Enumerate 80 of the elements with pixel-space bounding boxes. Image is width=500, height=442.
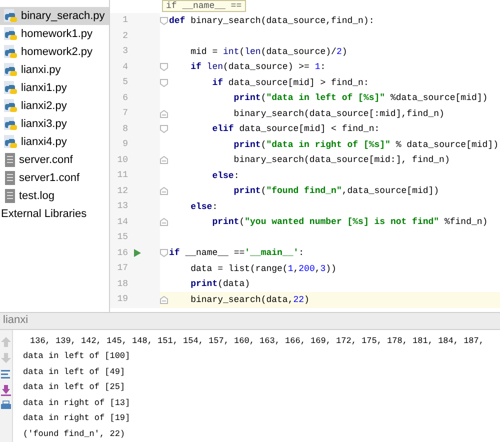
line-number: 7 — [122, 107, 128, 120]
line-number: 3 — [122, 45, 128, 58]
fold-end-icon[interactable] — [160, 187, 168, 196]
line-number: 8 — [122, 122, 128, 136]
fold-end-icon[interactable] — [160, 296, 168, 304]
fold-icon[interactable] — [160, 249, 168, 258]
fold-icon[interactable] — [160, 125, 168, 134]
line-number: 11 — [116, 169, 128, 182]
line-number: 5 — [122, 76, 128, 89]
console-line: 136, 139, 142, 145, 148, 151, 154, 157, 160, 163, 166, 169, 172, 175, 178, 181, 184, 187, — [29, 334, 484, 348]
tree-item[interactable]: server.conf — [0, 151, 109, 169]
code-line: binary_search(data,22) — [190, 294, 310, 306]
code-line: binary_search(data_source[:mid],find_n) — [232, 108, 444, 120]
tooltip: if __name__ == — [162, 0, 246, 12]
text-file-icon — [4, 153, 16, 167]
python-file-icon — [4, 81, 18, 95]
console-line: ('found find_n', 22) — [23, 428, 126, 440]
code-line: mid = int(len(data_source)/2) — [190, 46, 348, 58]
python-file-icon — [4, 45, 18, 59]
tree-item[interactable]: test.log — [0, 187, 109, 205]
python-file-icon — [4, 117, 18, 131]
tree-item[interactable]: lianxi3.py — [0, 115, 109, 133]
console-line: data in left of [49] — [23, 366, 126, 378]
tree-item[interactable]: lianxi4.py — [0, 133, 109, 151]
line-number: 17 — [116, 262, 128, 275]
printer-icon[interactable] — [0, 400, 12, 412]
fold-end-icon[interactable] — [160, 218, 168, 226]
tree-item[interactable]: lianxi2.py — [0, 97, 109, 115]
code-line: print("data in left of [%s]" %data_source[mid]) — [232, 92, 488, 104]
text-file-icon — [4, 189, 16, 203]
console-line: data in right of [13] — [23, 396, 130, 410]
line-number: 16 — [116, 246, 128, 260]
scroll-down-icon[interactable] — [0, 384, 12, 396]
python-file-icon — [4, 27, 18, 41]
line-number: 10 — [116, 154, 128, 166]
line-number: 19 — [116, 293, 128, 306]
console-line: data in right of [19] — [23, 412, 130, 425]
tree-item[interactable]: homework1.py — [0, 25, 109, 43]
line-number: 18 — [116, 278, 128, 290]
line-number: 12 — [116, 184, 128, 198]
code-line: print("found find_n",data_source[mid]) — [232, 185, 440, 198]
run-icon[interactable] — [134, 249, 140, 258]
code-line: if __name__ =='__main__': — [168, 247, 304, 260]
text-file-icon — [4, 171, 16, 185]
console-line: data in left of [25] — [23, 381, 126, 394]
tree-item[interactable]: server1.conf — [0, 169, 109, 187]
code-line: print("you wanted number [%s] is not find" %find_n) — [211, 216, 488, 228]
code-line: else: — [190, 200, 218, 213]
tree-item[interactable]: lianxi.py — [0, 61, 109, 79]
code-line: if len(data_source) >= 1: — [190, 61, 326, 74]
line-number: 14 — [116, 216, 128, 228]
tree-item[interactable]: External Libraries — [0, 205, 109, 223]
line-number: 1 — [122, 14, 128, 27]
line-number: 6 — [122, 92, 128, 104]
line-number: 15 — [116, 231, 128, 244]
code-line: def binary_search(data_source,find_n): — [168, 14, 374, 27]
tree-item[interactable]: lianxi1.py — [0, 79, 109, 97]
code-line: print(data) — [190, 278, 250, 290]
line-number: 4 — [122, 60, 128, 74]
code-line: if data_source[mid] > find_n: — [211, 76, 369, 89]
wrap-icon[interactable] — [0, 368, 12, 380]
code-line: data = list(range(1,200,3)) — [190, 262, 336, 275]
run-panel-title: lianxi — [3, 313, 28, 328]
code-line: print("data in right of [%s]" % data_source[mid]) — [232, 138, 498, 151]
console-line: data in left of [100] — [23, 350, 130, 363]
code-line: else: — [211, 170, 240, 182]
code-line: binary_search(data_source[mid:], find_n) — [232, 154, 450, 166]
python-file-icon — [4, 63, 18, 77]
tree-item[interactable]: binary_serach.py — [0, 7, 109, 25]
tree-item[interactable]: homework2.py — [0, 43, 109, 61]
code-line: elif data_source[mid] < find_n: — [211, 123, 380, 136]
python-file-icon — [4, 135, 18, 149]
line-number: 9 — [122, 138, 128, 151]
line-number: 13 — [116, 200, 128, 213]
fold-end-icon[interactable] — [160, 110, 168, 118]
fold-end-icon[interactable] — [160, 156, 168, 164]
python-file-icon — [4, 9, 18, 23]
fold-icon[interactable] — [160, 16, 168, 25]
line-number: 2 — [122, 30, 128, 42]
python-file-icon — [4, 99, 18, 113]
